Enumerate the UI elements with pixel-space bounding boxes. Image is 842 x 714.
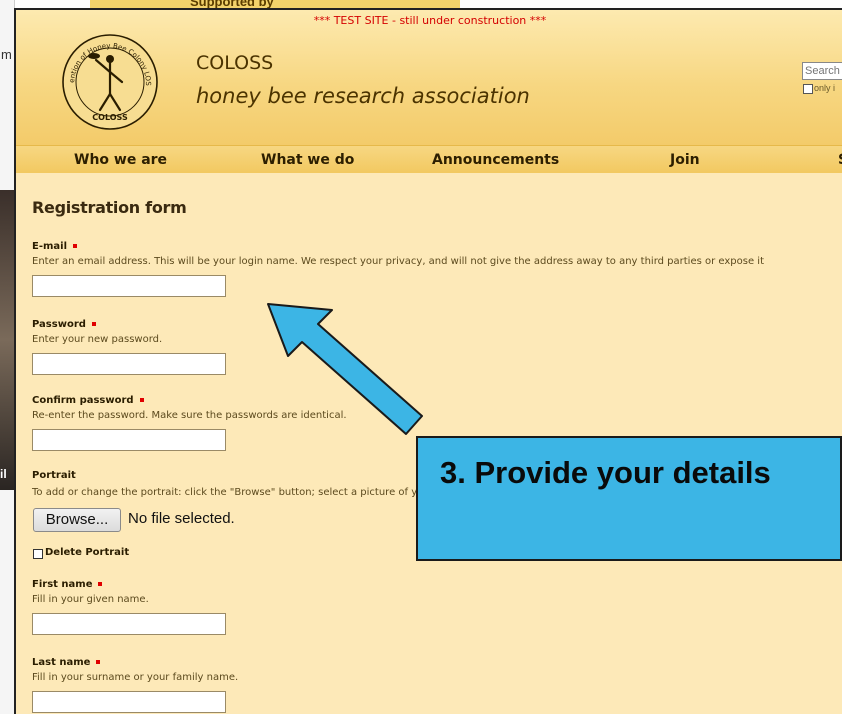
search-only-checkbox[interactable] — [803, 84, 813, 94]
confirm-password-field[interactable] — [32, 429, 226, 451]
main-nav: Who we are What we do Announcements Join… — [16, 145, 842, 174]
annotation-arrow-icon — [267, 303, 423, 435]
required-marker — [91, 322, 96, 326]
search-input[interactable] — [802, 62, 842, 80]
nav-item-announcements[interactable]: Announcements — [432, 152, 559, 168]
delete-portrait-label: Delete Portrait — [45, 547, 130, 558]
first-name-field[interactable] — [32, 613, 226, 635]
site-tagline: honey bee research association — [196, 84, 530, 108]
last-name-description: Fill in your surname or your family name… — [32, 672, 239, 683]
page-title: Registration form — [32, 198, 187, 217]
coloss-logo[interactable]: Prevention of Honey Bee Colony LOSSes CO… — [60, 32, 160, 132]
annotation-callout-text: 3. Provide your details — [440, 455, 771, 490]
nav-item-what-we-do[interactable]: What we do — [261, 152, 354, 168]
site-header: *** TEST SITE - still under construction… — [16, 10, 842, 145]
delete-portrait-checkbox[interactable] — [33, 549, 43, 559]
required-marker — [96, 660, 101, 664]
background-text-fragment: m — [1, 47, 12, 62]
test-site-notice: *** TEST SITE - still under construction… — [313, 14, 547, 27]
first-name-description: Fill in your given name. — [32, 594, 149, 605]
password-label: Password — [32, 319, 96, 330]
search-only-label: only i — [814, 83, 836, 93]
nav-item-truncated[interactable]: S — [838, 152, 842, 168]
last-name-label: Last name — [32, 657, 101, 668]
required-marker — [98, 582, 103, 586]
confirm-password-label: Confirm password — [32, 395, 144, 406]
browse-button[interactable]: Browse... — [33, 508, 121, 532]
annotation-callout: 3. Provide your details — [416, 436, 842, 561]
logo-bottom-text: COLOSS — [92, 113, 128, 122]
email-field[interactable] — [32, 275, 226, 297]
file-status-text: No file selected. — [128, 510, 235, 527]
background-text-fragment: il — [0, 467, 7, 481]
portrait-label: Portrait — [32, 470, 76, 481]
required-marker — [139, 398, 144, 402]
nav-item-who-we-are[interactable]: Who we are — [74, 152, 167, 168]
password-field[interactable] — [32, 353, 226, 375]
password-description: Enter your new password. — [32, 334, 163, 345]
nav-item-join[interactable]: Join — [670, 152, 700, 168]
required-marker — [73, 244, 78, 248]
first-name-label: First name — [32, 579, 103, 590]
email-label: E-mail — [32, 241, 78, 252]
last-name-field[interactable] — [32, 691, 226, 713]
site-title[interactable]: COLOSS — [196, 52, 273, 74]
background-photo — [0, 190, 14, 490]
email-description: Enter an email address. This will be you… — [32, 256, 764, 267]
